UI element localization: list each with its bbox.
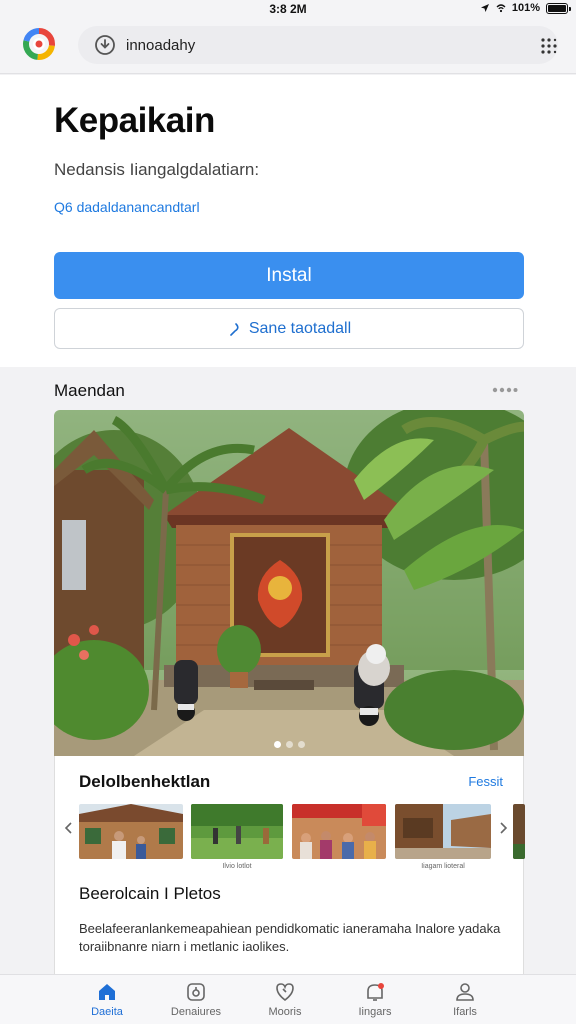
nav-label: Iingars [358, 1006, 392, 1018]
thumbnail-image [191, 804, 283, 859]
thumbnail-image [513, 804, 525, 859]
thumbnail-caption: Ilvio lotlot [222, 863, 252, 870]
nav-label: Daeita [91, 1006, 123, 1018]
location-arrow-icon [480, 4, 489, 12]
app-header-card: Kepaikain Nedansis Iiangalgdalatiarn: Q6… [0, 75, 576, 367]
install-button[interactable]: Instal [54, 252, 524, 299]
battery-percent: 101% [511, 2, 540, 14]
thumbnail-image [292, 804, 386, 859]
profile-icon [456, 983, 474, 1001]
bell-icon [367, 983, 384, 1001]
url-text[interactable]: innoadahy [126, 37, 195, 54]
thumbnail-5[interactable] [513, 804, 525, 859]
download-circle-icon[interactable] [94, 34, 116, 56]
share-arrow-icon [230, 322, 239, 336]
nav-item-home[interactable]: Daeita [62, 981, 152, 1018]
details-title: Delolbenhektlan [79, 772, 211, 791]
carousel-indicator[interactable] [54, 741, 524, 748]
home-icon [99, 984, 115, 1000]
address-bar[interactable]: innoadahy [78, 26, 558, 64]
details-see-all-link[interactable]: Fessit [468, 774, 503, 789]
status-icons: 101% [480, 2, 571, 14]
developer-link[interactable]: Q6 dadaldanancandtarl [54, 199, 200, 215]
thumbnail-image [79, 804, 183, 859]
screenshot-traditional-house [54, 410, 524, 756]
chevron-right-icon[interactable] [497, 820, 509, 836]
description-title: Beerolcain I Pletos [79, 884, 221, 903]
description-text: Beelafeeranlankemeapahiean pendidkomatic… [79, 921, 501, 954]
lock-icon [187, 983, 205, 1001]
battery-icon [546, 2, 571, 14]
app-logo-icon[interactable] [22, 27, 56, 61]
nav-item-profile[interactable]: Ifarls [420, 981, 510, 1018]
app-subtitle: Nedansis Iiangalgdalatiarn: [54, 160, 260, 179]
carousel-dot[interactable] [273, 741, 281, 748]
thumbnail-3[interactable] [292, 804, 386, 859]
nav-label: Mooris [268, 1006, 302, 1018]
chevron-left-icon[interactable] [63, 820, 75, 836]
wifi-icon [496, 4, 506, 13]
share-button-label: Sane taotadall [248, 319, 352, 337]
carousel-dot[interactable] [285, 741, 293, 748]
share-button[interactable]: Sane taotadall [54, 308, 524, 349]
app-title: Kepaikain [54, 101, 215, 140]
status-bar: 3:8 2M 101% [0, 0, 576, 18]
nav-label: Ifarls [453, 1006, 477, 1018]
thumbnail-1[interactable] [79, 804, 183, 859]
thumbnail-2[interactable] [191, 804, 283, 859]
nav-label: Denaiures [170, 1006, 222, 1018]
carousel-dot[interactable] [297, 741, 305, 748]
media-carousel[interactable] [54, 410, 524, 756]
thumbnail-4[interactable] [395, 804, 491, 859]
thumbnail-image [395, 804, 491, 859]
nav-item-notifications[interactable]: Iingars [330, 981, 420, 1018]
media-section-title: Maendan [54, 381, 125, 400]
more-options-icon[interactable] [492, 386, 518, 394]
details-card: Delolbenhektlan Fessit Ilvio lotlot Iiag… [54, 756, 525, 978]
grid-dots-icon[interactable] [538, 36, 558, 56]
thumbnail-caption: Iiagam lioteral [421, 863, 465, 870]
heart-shield-icon [276, 983, 294, 1002]
browser-toolbar: innoadahy [0, 18, 576, 74]
nav-item-moods[interactable]: Mooris [240, 981, 330, 1018]
bottom-navigation: Daeita Denaiures Mooris Iingars Ifarls [0, 974, 576, 1024]
nav-item-features[interactable]: Denaiures [151, 981, 241, 1018]
